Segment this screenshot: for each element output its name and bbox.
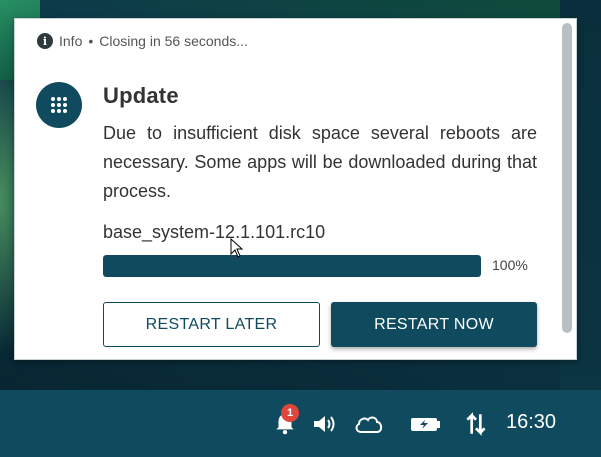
notification-header: i Info • Closing in 56 seconds...	[37, 31, 248, 51]
restart-later-button[interactable]: RESTART LATER	[103, 302, 320, 347]
transfer-arrows-icon[interactable]	[462, 409, 490, 439]
cloud-icon[interactable]	[352, 409, 386, 439]
taskbar-clock[interactable]: 16:30	[506, 411, 556, 434]
notification-scrollbar[interactable]	[562, 23, 572, 333]
progress-percent-label: 100%	[492, 257, 528, 273]
mouse-cursor-icon	[230, 237, 244, 258]
download-progress-bar	[103, 255, 481, 277]
volume-icon[interactable]	[311, 409, 339, 439]
notification-title: Update	[103, 83, 179, 108]
header-separator: •	[88, 33, 94, 49]
update-notification: i Info • Closing in 56 seconds... Update…	[14, 18, 577, 360]
closing-countdown: Closing in 56 seconds...	[99, 33, 248, 49]
info-icon: i	[37, 33, 53, 49]
restart-now-button[interactable]: RESTART NOW	[331, 302, 537, 347]
notification-message: Due to insufficient disk space several r…	[103, 123, 537, 201]
progress-fill	[103, 255, 481, 277]
notification-type-label: Info	[59, 33, 83, 49]
download-file-name: base_system-12.1.101.rc10	[103, 222, 326, 242]
apps-grid-icon	[36, 82, 82, 128]
battery-charging-icon[interactable]	[409, 409, 443, 439]
notification-count-badge: 1	[281, 404, 299, 422]
